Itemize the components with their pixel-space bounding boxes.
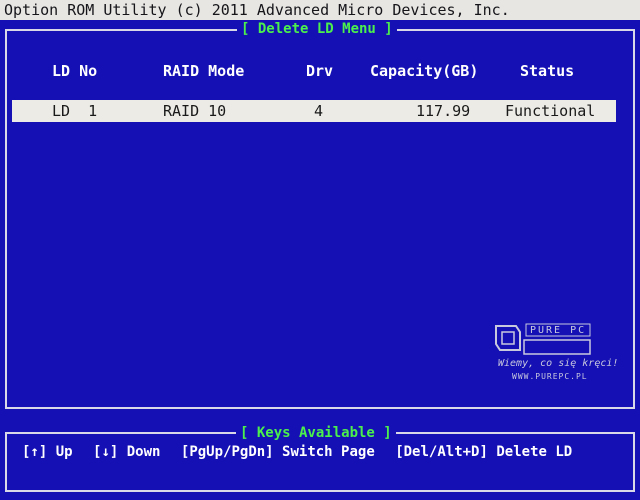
raid-mode-cell: RAID 10 (163, 102, 227, 120)
delete-ld-menu-title: [ Delete LD Menu ] (237, 21, 397, 37)
purepc-url: WWW.PUREPC.PL (512, 372, 588, 381)
purepc-watermark: PURE PC Wiemy, co się kręci! WWW.PUREPC.… (490, 320, 618, 384)
ld-row-selected[interactable]: LD 1 RAID 10 4 117.99 Functional (12, 100, 616, 122)
ld-no-cell: LD 1 (52, 102, 98, 120)
keys-available-frame (5, 432, 635, 492)
keys-list: [↑] Up [↓] Down [PgUp/PgDn] Switch Page … (22, 443, 584, 461)
purepc-logo-text: PURE PC (530, 325, 587, 336)
column-header-ld-no: LD No (52, 62, 98, 80)
keys-available-title: [ Keys Available ] (236, 425, 396, 441)
column-header-capacity: Capacity(GB) (370, 62, 479, 80)
drv-cell: 4 (314, 102, 324, 120)
key-switch-page: [PgUp/PgDn] Switch Page (180, 444, 375, 460)
column-header-status: Status (520, 62, 575, 80)
status-cell: Functional (505, 102, 596, 120)
capacity-cell: 117.99 (416, 102, 471, 120)
column-header-raid-mode: RAID Mode (163, 62, 245, 80)
column-header-drv: Drv (306, 62, 334, 80)
utility-title: Option ROM Utility (c) 2011 Advanced Mic… (4, 1, 510, 19)
key-down: [↓] Down (93, 444, 161, 460)
utility-title-bar: Option ROM Utility (c) 2011 Advanced Mic… (0, 0, 640, 20)
key-delete-ld: [Del/Alt+D] Delete LD (395, 444, 573, 460)
purepc-slogan: Wiemy, co się kręci! (498, 358, 619, 369)
key-up: [↑] Up (22, 444, 73, 460)
